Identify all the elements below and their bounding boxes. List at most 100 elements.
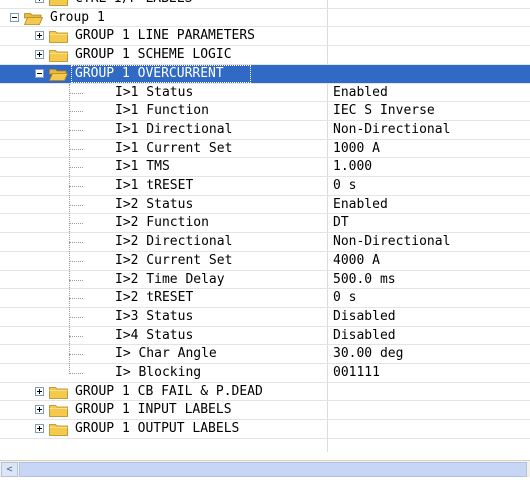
setting-label: I>2 Function	[115, 215, 209, 231]
setting-label: I>1 Status	[115, 84, 194, 100]
setting-value[interactable]: 001111	[333, 364, 380, 383]
setting-label: I>1 TMS	[115, 159, 170, 175]
horizontal-scrollbar[interactable]: <	[0, 460, 530, 477]
setting-row[interactable]: I>2 Current Set 4000 A	[0, 252, 530, 271]
setting-row[interactable]: I>2 Status Enabled	[0, 196, 530, 215]
setting-row[interactable]: I> Char Angle 30.00 deg	[0, 345, 530, 364]
setting-value[interactable]: Non-Directional	[333, 121, 450, 140]
setting-row[interactable]: I>1 Current Set 1000 A	[0, 140, 530, 159]
setting-value[interactable]: Disabled	[333, 308, 396, 327]
tree-connector	[69, 111, 83, 113]
tree-connector	[69, 148, 83, 151]
setting-value[interactable]: Non-Directional	[333, 233, 450, 252]
folder-icon	[49, 386, 68, 399]
folder-icon	[49, 50, 68, 62]
setting-value[interactable]: 1000 A	[333, 140, 380, 159]
folder-open-icon	[24, 12, 43, 25]
setting-label: I>2 Status	[115, 196, 194, 212]
setting-value[interactable]: Enabled	[333, 84, 388, 103]
tree-connector	[69, 354, 83, 356]
expand-icon[interactable]	[35, 424, 44, 434]
setting-label: I>1 tRESET	[115, 178, 194, 193]
setting-label: I>1 Current Set	[115, 140, 233, 156]
setting-label: I>2 Directional	[115, 234, 233, 250]
folder-icon	[49, 0, 68, 6]
setting-row[interactable]: I>1 tRESET 0 s	[0, 177, 530, 196]
tree-folder-row[interactable]: GROUP 1 OUTPUT LABELS	[0, 420, 530, 439]
setting-row[interactable]: I>1 Directional Non-Directional	[0, 121, 530, 140]
setting-value[interactable]: Disabled	[333, 327, 396, 346]
setting-label: I> Char Angle	[115, 346, 217, 362]
folder-label: GROUP 1 CB FAIL & P.DEAD	[75, 383, 263, 399]
tree-folder-row[interactable]: GROUP 1 INPUT LABELS	[0, 401, 530, 420]
setting-label: I>4 Status	[115, 327, 194, 343]
expand-icon[interactable]	[35, 386, 44, 396]
tree-connector	[69, 186, 83, 188]
expand-icon[interactable]	[35, 50, 44, 60]
folder-label: GROUP 1 SCHEME LOGIC	[75, 47, 232, 63]
setting-row[interactable]: I>3 Status Disabled	[0, 308, 530, 327]
tree-folder-row[interactable]: Group 1	[0, 9, 530, 28]
setting-row[interactable]: I>2 Time Delay 500.0 ms	[0, 271, 530, 290]
tree-folder-row[interactable]: CTRL I/P LABELS	[0, 0, 530, 9]
folder-label: GROUP 1 LINE PARAMETERS	[75, 28, 256, 44]
selection-focus-rect	[71, 64, 251, 84]
tree-connector	[69, 242, 83, 244]
folder-label: GROUP 1 INPUT LABELS	[75, 402, 232, 418]
folder-icon	[49, 31, 68, 44]
setting-value[interactable]: IEC S Inverse	[333, 102, 435, 121]
tree-connector	[69, 129, 83, 132]
folder-open-icon	[49, 68, 68, 81]
tree-connector	[69, 204, 83, 207]
setting-label: I>2 Current Set	[115, 252, 233, 268]
setting-row[interactable]: I> Blocking 001111	[0, 364, 530, 383]
setting-label: I>3 Status	[115, 308, 194, 324]
folder-label: GROUP 1 OUTPUT LABELS	[75, 421, 240, 437]
scroll-thumb[interactable]	[19, 462, 527, 477]
tree-folder-row[interactable]: GROUP 1 CB FAIL & P.DEAD	[0, 383, 530, 402]
tree-connector	[69, 279, 83, 282]
tree-vertical-connector	[69, 83, 71, 374]
collapse-icon[interactable]	[35, 68, 44, 78]
expand-icon[interactable]	[35, 405, 44, 415]
setting-label: I>2 tRESET	[115, 290, 194, 306]
folder-icon	[49, 424, 68, 436]
setting-row[interactable]: I>1 Status Enabled	[0, 84, 530, 103]
setting-value[interactable]: 500.0 ms	[333, 271, 396, 290]
setting-value[interactable]: DT	[333, 214, 349, 233]
tree-connector	[69, 335, 83, 338]
tree-folder-row[interactable]: GROUP 1 LINE PARAMETERS	[0, 27, 530, 46]
tree-connector	[69, 223, 83, 225]
tree-connector	[69, 316, 83, 319]
tree-connector	[69, 167, 83, 169]
expand-icon[interactable]	[35, 31, 44, 41]
setting-row[interactable]: I>2 tRESET 0 s	[0, 289, 530, 308]
scroll-left-button[interactable]: <	[1, 462, 18, 477]
tree-connector	[69, 298, 83, 300]
setting-row[interactable]: I>2 Directional Non-Directional	[0, 233, 530, 252]
folder-label: Group 1	[50, 9, 105, 25]
setting-value[interactable]: 0 s	[333, 289, 356, 308]
setting-row[interactable]: I>4 Status Disabled	[0, 327, 530, 346]
setting-row[interactable]: I>2 Function DT	[0, 214, 530, 233]
setting-label: I>1 Directional	[115, 121, 233, 137]
settings-tree[interactable]: CTRL I/P LABELSGroup 1 GROUP 1 LINE PARAM…	[0, 0, 530, 452]
setting-label: I>2 Time Delay	[115, 271, 225, 287]
setting-row[interactable]: I>1 TMS 1.000	[0, 158, 530, 177]
tree-folder-row[interactable]: GROUP 1 OVERCURRENT	[0, 64, 530, 84]
setting-value[interactable]: 30.00 deg	[333, 345, 403, 364]
setting-label: I>1 Function	[115, 103, 209, 119]
setting-value[interactable]: 0 s	[333, 177, 356, 196]
setting-label: I> Blocking	[115, 365, 202, 380]
setting-value[interactable]: Enabled	[333, 196, 388, 215]
setting-value[interactable]: 4000 A	[333, 252, 380, 271]
setting-row[interactable]: I>1 Function IEC S Inverse	[0, 102, 530, 121]
setting-value[interactable]: 1.000	[333, 158, 372, 177]
folder-icon	[49, 405, 68, 418]
expand-icon[interactable]	[35, 0, 44, 3]
folder-label: CTRL I/P LABELS	[75, 0, 192, 9]
tree-connector	[69, 92, 83, 95]
collapse-icon[interactable]	[10, 12, 19, 22]
tree-connector	[69, 373, 83, 375]
tree-folder-row[interactable]: GROUP 1 SCHEME LOGIC	[0, 46, 530, 65]
